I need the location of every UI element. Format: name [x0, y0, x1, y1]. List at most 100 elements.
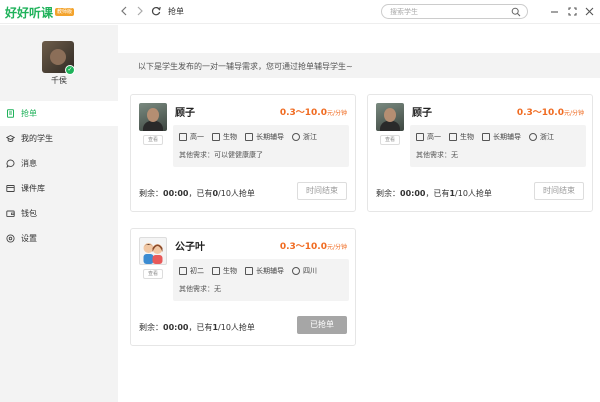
duration-label: 长期辅导: [256, 267, 284, 275]
forward-icon[interactable]: [134, 5, 146, 17]
taken-prefix: ，已有: [425, 189, 450, 198]
order-card[interactable]: 查看 公子叶 0.3～10.0元/分钟 初二 生物 长期辅导 四川 其他需求：无…: [130, 228, 356, 346]
request-tags: 初二 生物 长期辅导 四川: [179, 266, 325, 276]
tutoring-icon: [482, 133, 490, 141]
search-placeholder: 搜索学生: [390, 8, 418, 16]
notice-text: 以下是学生发布的一对一辅导需求，您可通过抢单辅导学生~: [138, 62, 353, 71]
region-label: 浙江: [303, 133, 317, 141]
remain-label: 剩余：: [139, 323, 163, 332]
grade-label: 高一: [427, 133, 441, 141]
student-avatar[interactable]: [139, 103, 167, 131]
subject-tag: 生物: [212, 132, 237, 142]
sidebar-item-wallet[interactable]: 钱包: [0, 201, 118, 226]
remain-time: 00:00: [163, 323, 189, 332]
grade-label: 初二: [190, 267, 204, 275]
sidebar: ✓ 千侯 抢单 我的学生 消息 课件库 钱包 设置: [0, 25, 118, 402]
student-name: 顾子: [175, 108, 195, 119]
sidebar-item-courseware[interactable]: 课件库: [0, 176, 118, 201]
student-avatar[interactable]: [376, 103, 404, 131]
minimize-icon[interactable]: [548, 5, 560, 17]
subject-tag: 生物: [449, 132, 474, 142]
students-icon: [6, 134, 15, 143]
calendar-icon: [179, 133, 187, 141]
subject-tag: 生物: [212, 266, 237, 276]
calendar-icon: [416, 133, 424, 141]
duration-tag: 长期辅导: [245, 132, 284, 142]
notice-bar: 以下是学生发布的一对一辅导需求，您可通过抢单辅导学生~: [118, 53, 600, 78]
page-title: 抢单: [168, 7, 184, 16]
duration-tag: 长期辅导: [482, 132, 521, 142]
person-icon: [529, 133, 537, 141]
request-info: 初二 生物 长期辅导 四川 其他需求：无: [173, 259, 349, 301]
time-ended-button[interactable]: 时间结束: [297, 182, 347, 200]
back-icon[interactable]: [118, 5, 130, 17]
tutoring-icon: [245, 267, 253, 275]
request-info: 高一 生物 长期辅导 浙江 其他需求：无: [410, 125, 586, 167]
order-card[interactable]: 查看 顾子 0.3～10.0元/分钟 高一 生物 长期辅导 浙江 其他需求：可以…: [130, 94, 356, 212]
view-tag[interactable]: 查看: [143, 269, 163, 279]
person-icon: [292, 267, 300, 275]
duration-label: 长期辅导: [256, 133, 284, 141]
region-tag: 浙江: [292, 132, 317, 142]
search-input[interactable]: 搜索学生: [381, 4, 528, 19]
remain-time: 00:00: [163, 189, 189, 198]
sidebar-item-messages[interactable]: 消息: [0, 151, 118, 176]
region-label: 浙江: [540, 133, 554, 141]
student-avatar[interactable]: [139, 237, 167, 265]
price-range: 0.3～10.0元/分钟: [280, 239, 347, 252]
view-tag[interactable]: 查看: [143, 135, 163, 145]
sidebar-item-my-students[interactable]: 我的学生: [0, 126, 118, 151]
tutoring-icon: [245, 133, 253, 141]
remaining-status: 剩余：00:00，已有1/10人抢单: [139, 322, 255, 333]
courseware-icon: [6, 184, 15, 193]
app-logo: 好好听课 教师版: [5, 4, 75, 20]
verified-check-icon: ✓: [65, 65, 75, 75]
book-icon: [212, 267, 220, 275]
taken-prefix: ，已有: [188, 323, 213, 332]
price-range: 0.3～10.0元/分钟: [517, 105, 584, 118]
cartoon-avatar-icon: [143, 243, 163, 264]
sidebar-item-label: 消息: [21, 159, 37, 168]
subject-label: 生物: [460, 133, 474, 141]
sidebar-item-label: 课件库: [21, 184, 45, 193]
sidebar-item-label: 钱包: [21, 209, 37, 218]
region-tag: 四川: [292, 266, 317, 276]
request-tags: 高一 生物 长期辅导 浙江: [179, 132, 325, 142]
request-info: 高一 生物 长期辅导 浙江 其他需求：可以健健康康了: [173, 125, 349, 167]
sidebar-item-settings[interactable]: 设置: [0, 226, 118, 251]
book-icon: [449, 133, 457, 141]
student-name: 公子叶: [175, 242, 205, 253]
sidebar-menu: 抢单 我的学生 消息 课件库 钱包 设置: [0, 101, 118, 251]
order-card[interactable]: 查看 顾子 0.3～10.0元/分钟 高一 生物 长期辅导 浙江 其他需求：无 …: [367, 94, 593, 212]
grade-tag: 初二: [179, 266, 204, 276]
price-unit: 元/分钟: [326, 110, 347, 117]
remain-label: 剩余：: [376, 189, 400, 198]
maximize-icon[interactable]: [566, 5, 578, 17]
subject-label: 生物: [223, 267, 237, 275]
taken-suffix: /10人抢单: [455, 189, 492, 198]
view-tag[interactable]: 查看: [380, 135, 400, 145]
sidebar-item-label: 我的学生: [21, 134, 53, 143]
person-icon: [292, 133, 300, 141]
close-icon[interactable]: [583, 5, 595, 17]
price-value: 0.3～10.0: [279, 108, 327, 118]
search-icon[interactable]: [511, 7, 521, 17]
grade-tag: 高一: [416, 132, 441, 142]
taken-prefix: ，已有: [188, 189, 213, 198]
time-ended-button[interactable]: 时间结束: [534, 182, 584, 200]
price-unit: 元/分钟: [563, 110, 584, 117]
already-grabbed-button[interactable]: 已抢单: [297, 316, 347, 334]
request-tags: 高一 生物 长期辅导 浙江: [416, 132, 562, 142]
price-value: 0.3～10.0: [279, 242, 327, 252]
grab-order-icon: [6, 109, 15, 118]
taken-suffix: /10人抢单: [218, 323, 255, 332]
refresh-icon[interactable]: [150, 5, 162, 17]
settings-icon: [6, 234, 15, 243]
grade-label: 高一: [190, 133, 204, 141]
sidebar-item-grab-order[interactable]: 抢单: [0, 101, 118, 126]
profile: ✓ 千侯: [0, 25, 118, 89]
remain-time: 00:00: [400, 189, 426, 198]
remaining-status: 剩余：00:00，已有1/10人抢单: [376, 188, 492, 199]
other-needs: 其他需求：可以健健康康了: [179, 151, 263, 159]
grade-tag: 高一: [179, 132, 204, 142]
